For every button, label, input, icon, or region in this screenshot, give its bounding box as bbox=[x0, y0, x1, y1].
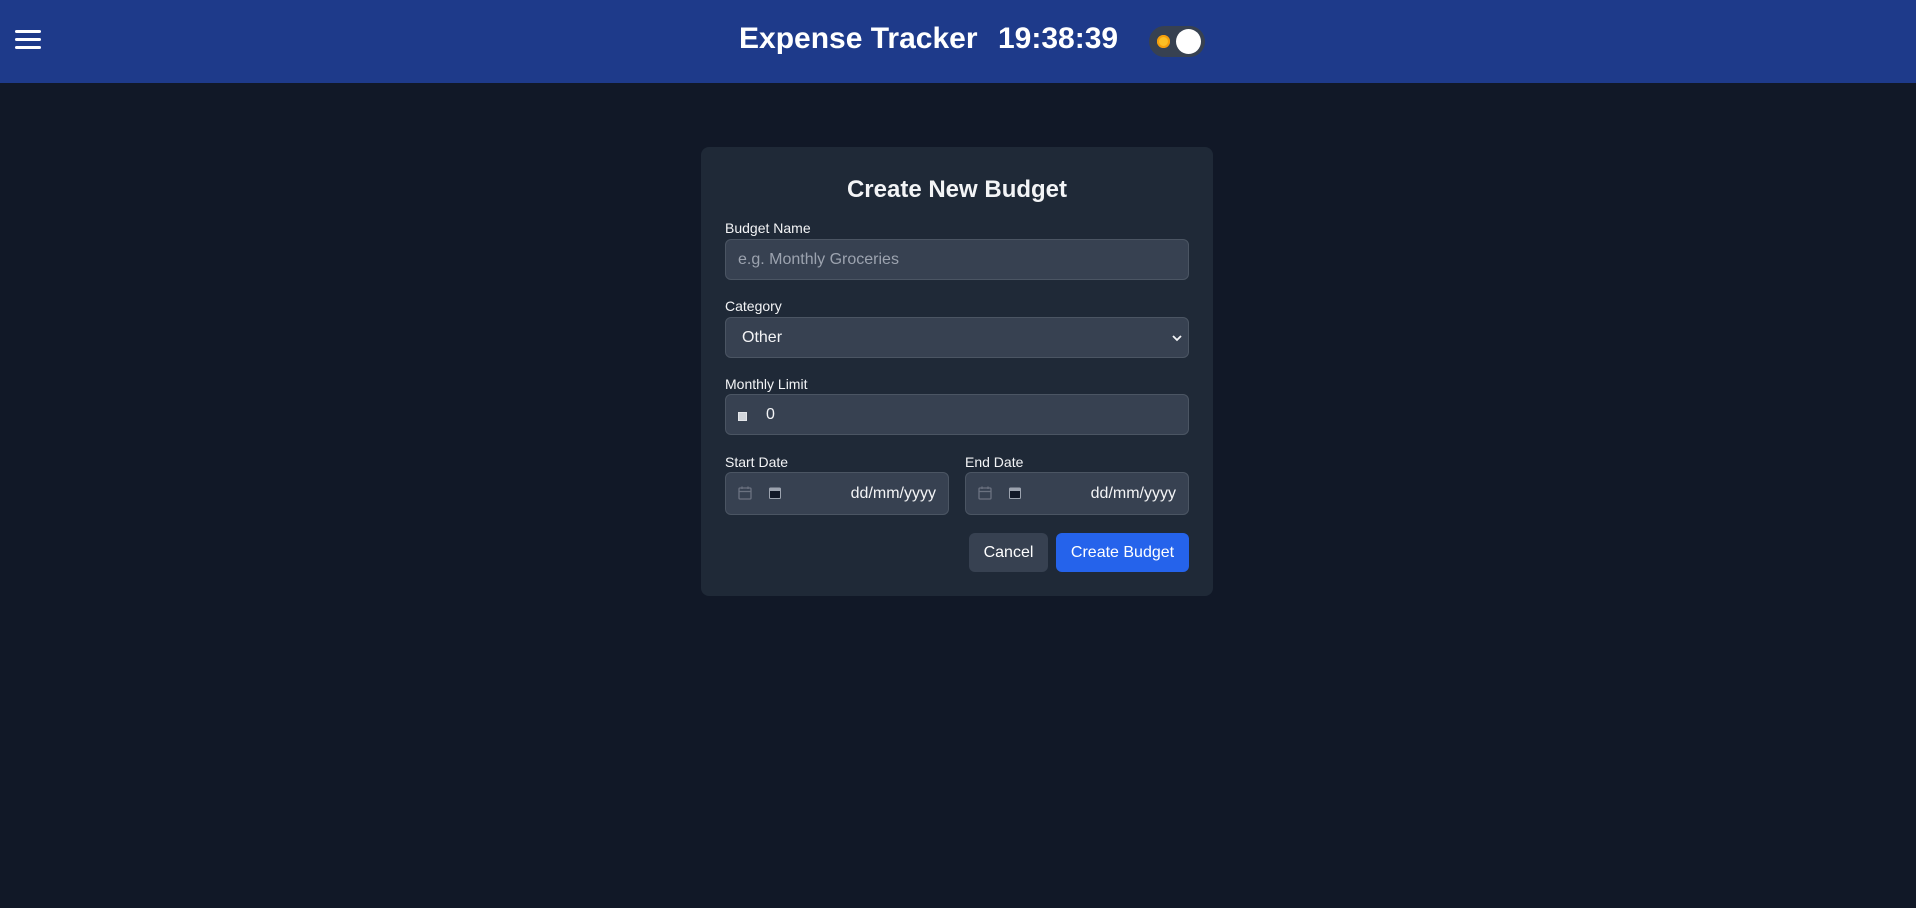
top-bar: Expense Tracker 19:38:39 bbox=[0, 0, 1916, 83]
end-date-input[interactable]: dd/mm/yyyy bbox=[965, 472, 1189, 515]
start-date-label: Start Date bbox=[725, 454, 789, 470]
end-date-label: End Date bbox=[965, 454, 1024, 470]
end-date-value: dd/mm/yyyy bbox=[1090, 485, 1176, 502]
monthly-limit-label: Monthly Limit bbox=[725, 376, 808, 392]
calendar-icon bbox=[738, 486, 752, 500]
app-title: Expense Tracker bbox=[739, 22, 978, 55]
start-date-input[interactable]: dd/mm/yyyy bbox=[725, 472, 949, 515]
currency-icon bbox=[738, 412, 747, 421]
theme-toggle[interactable] bbox=[1149, 26, 1205, 57]
chevron-down-icon bbox=[1172, 335, 1182, 342]
clock: 19:38:39 bbox=[998, 22, 1119, 55]
category-selected-value: Other bbox=[742, 329, 783, 346]
budget-name-label: Budget Name bbox=[725, 220, 811, 236]
form-title: Create New Budget bbox=[846, 176, 1068, 203]
calendar-picker-icon[interactable] bbox=[769, 487, 781, 499]
toggle-knob bbox=[1176, 29, 1201, 54]
monthly-limit-input[interactable]: 0 bbox=[725, 394, 1189, 435]
category-select[interactable]: Other bbox=[725, 317, 1189, 358]
budget-name-input[interactable] bbox=[725, 239, 1189, 280]
monthly-limit-value: 0 bbox=[766, 406, 775, 423]
start-date-value: dd/mm/yyyy bbox=[850, 485, 936, 502]
calendar-picker-icon[interactable] bbox=[1009, 487, 1021, 499]
sun-icon bbox=[1157, 35, 1170, 48]
category-label: Category bbox=[725, 298, 782, 314]
cancel-button[interactable]: Cancel bbox=[969, 533, 1048, 572]
create-budget-form: Create New Budget Budget Name Category O… bbox=[701, 147, 1213, 596]
calendar-icon bbox=[978, 486, 992, 500]
hamburger-menu-icon[interactable] bbox=[15, 29, 41, 51]
create-budget-button[interactable]: Create Budget bbox=[1056, 533, 1189, 572]
